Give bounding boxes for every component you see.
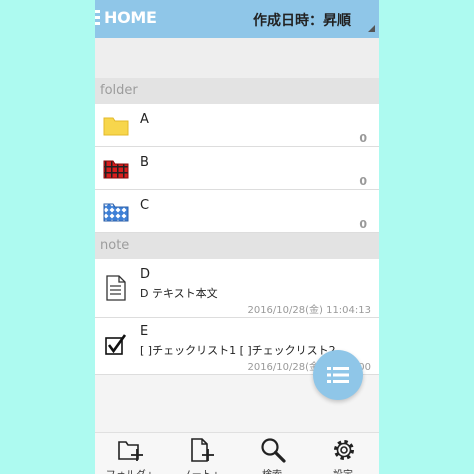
menu-icon[interactable] [95,10,100,26]
note-title: E [140,324,149,339]
sort-dropdown[interactable]: 作成日時：昇順 [247,4,377,34]
bottom-toolbar: フォルダ+ ノート+ 検索 設定 [95,432,379,474]
note-date: 2016/10/28(金) 11:04:13 [247,305,371,316]
folder-item-count: 0 [359,218,367,231]
dropdown-arrow-icon [368,25,375,32]
checklist-icon [105,334,127,355]
red-plaid-folder-icon [103,160,129,179]
list-view-fab[interactable] [313,350,363,400]
add-folder-label: フォルダ+ [95,466,165,474]
note-preview: [ ]チェックリスト1 [ ]チェックリスト2 [140,344,336,357]
page-title: HOME [104,8,157,27]
blue-diamond-folder-icon [103,203,129,222]
folder-row-b[interactable]: B 0 [95,147,379,190]
add-folder-icon [118,441,143,461]
search-label: 検索 [237,466,307,474]
settings-label: 設定 [308,466,378,474]
settings-button[interactable]: 設定 [308,433,378,474]
app-screen: HOME 作成日時：昇順 folder A 0 B 0 C 0 note D D… [95,0,379,474]
folder-item-count: 0 [359,175,367,188]
folder-name: A [140,112,149,127]
note-title: D [140,267,151,282]
note-row-d[interactable]: D D テキスト本文 2016/10/28(金) 11:04:13 [95,259,379,318]
search-button[interactable]: 検索 [237,433,307,474]
add-note-button[interactable]: ノート+ [166,433,236,474]
add-note-label: ノート+ [166,466,236,474]
add-folder-button[interactable]: フォルダ+ [95,433,165,474]
search-icon [261,438,286,463]
section-header-folder: folder [95,78,379,104]
folder-name: B [140,155,149,170]
app-header: HOME 作成日時：昇順 [95,0,379,38]
folder-item-count: 0 [359,132,367,145]
empty-band [95,38,379,78]
sort-label: 作成日時：昇順 [253,13,351,29]
folder-name: C [140,198,150,213]
folder-row-c[interactable]: C 0 [95,190,379,233]
note-preview: D テキスト本文 [140,287,218,300]
text-document-icon [106,275,126,301]
add-note-icon [191,438,214,462]
list-icon [327,367,349,383]
yellow-folder-icon [103,117,129,136]
section-header-note: note [95,233,379,259]
folder-row-a[interactable]: A 0 [95,104,379,147]
gear-icon [334,440,354,460]
